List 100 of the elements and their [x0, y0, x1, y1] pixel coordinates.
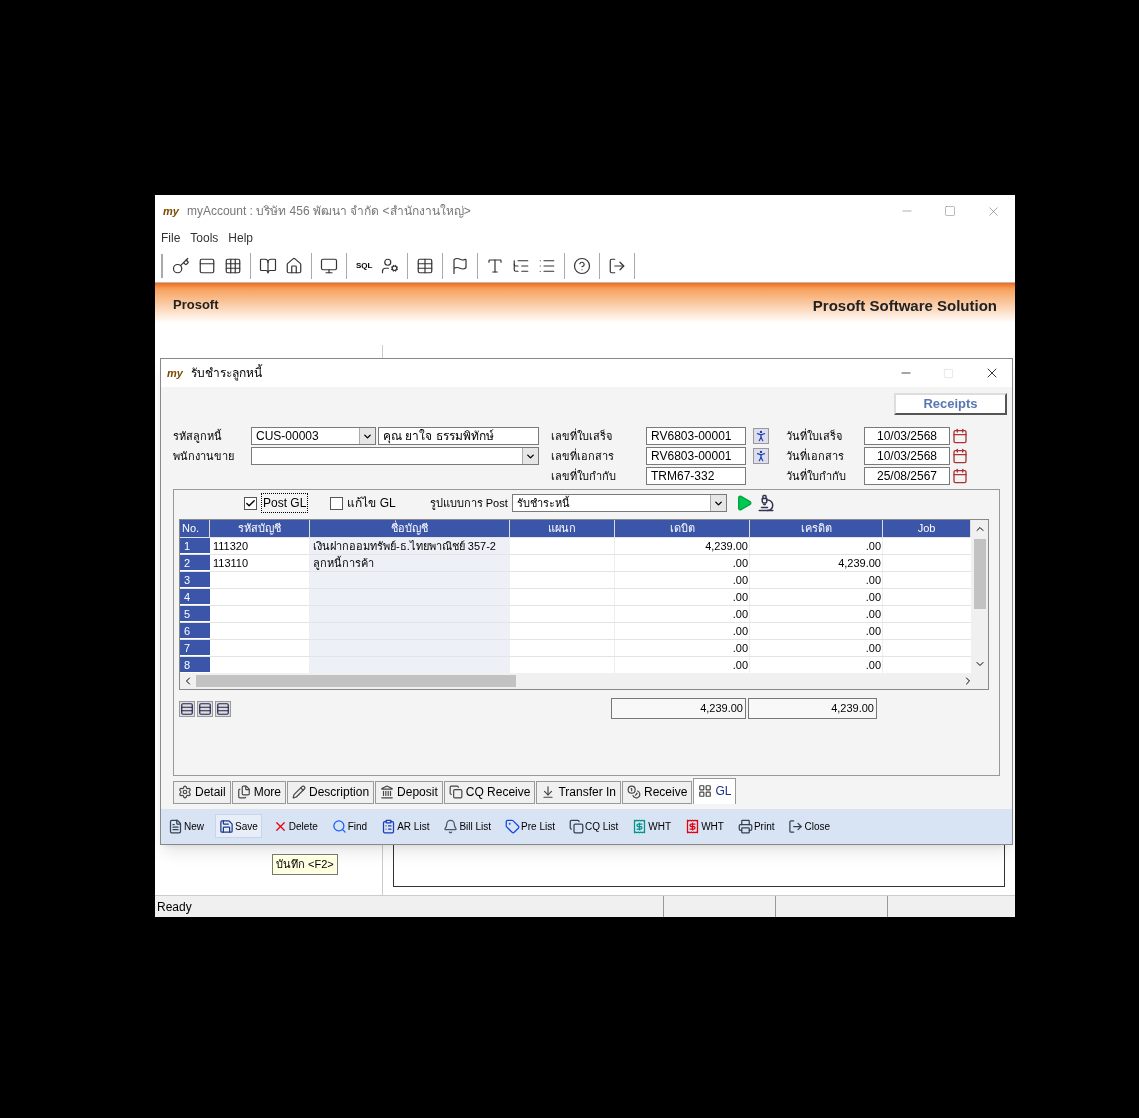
help-icon[interactable]: [573, 256, 592, 275]
book-icon[interactable]: [259, 256, 277, 275]
action-button[interactable]: Delete: [269, 814, 321, 839]
row-tool-icon[interactable]: [197, 700, 213, 717]
tab[interactable]: GL: [693, 777, 737, 804]
column-header[interactable]: รหัสบัญชี: [210, 520, 310, 537]
row-number: 2: [180, 555, 210, 571]
field-label: วันที่ใบเสร็จ: [786, 427, 843, 444]
tab[interactable]: Receive: [622, 780, 693, 804]
window-title: myAccount : บริษัท 456 พัฒนา จำกัด <สำนักงานใหญ่>: [186, 203, 471, 220]
text-field[interactable]: RV6803-00001: [646, 427, 746, 445]
text-icon[interactable]: [486, 256, 505, 275]
grid-icon: [698, 784, 713, 799]
monitor-icon[interactable]: [320, 256, 338, 275]
field-label: เลขที่เอกสาร: [551, 447, 615, 464]
runner-icon[interactable]: [753, 428, 769, 444]
user-icon[interactable]: [381, 256, 400, 275]
horizontal-scrollbar[interactable]: [180, 673, 988, 689]
action-button[interactable]: WHT: [629, 814, 675, 839]
deposit-icon: [380, 785, 395, 800]
row-number: 1: [180, 538, 210, 554]
customer-code-select[interactable]: CUS-00003: [251, 427, 376, 445]
action-button[interactable]: Pre List: [502, 814, 558, 839]
action-button[interactable]: Print: [734, 814, 778, 839]
save-icon: [219, 818, 234, 834]
text-field[interactable]: 10/03/2568: [864, 427, 950, 445]
action-button[interactable]: New: [165, 814, 207, 839]
column-header[interactable]: Job: [883, 520, 971, 537]
column-header[interactable]: No.: [180, 520, 210, 537]
key-icon[interactable]: [172, 256, 190, 275]
action-button[interactable]: WHT: [682, 814, 727, 839]
tab[interactable]: Deposit: [375, 780, 443, 804]
runner-icon[interactable]: [753, 448, 769, 464]
exit-icon[interactable]: [608, 256, 627, 275]
toolbar-button[interactable]: SQL: [352, 259, 377, 272]
bell-icon: [443, 818, 459, 834]
document-icon: [168, 818, 183, 834]
tab[interactable]: More: [231, 780, 287, 804]
field-label: พนักงานขาย: [173, 448, 235, 464]
home-icon[interactable]: [285, 256, 303, 275]
menu-item[interactable]: Tools: [190, 229, 219, 247]
row-number: 5: [180, 606, 210, 622]
checkbox-label: แก้ไข GL: [347, 495, 396, 512]
field-label: รหัสลูกหนี้: [173, 428, 223, 445]
text-field[interactable]: RV6803-00001: [646, 447, 746, 465]
app-logo: my: [167, 367, 183, 379]
action-button[interactable]: AR List: [378, 814, 433, 839]
action-button[interactable]: CQ List: [566, 814, 622, 839]
field-label: เลขที่ใบเสร็จ: [551, 427, 613, 444]
row-number: 8: [180, 657, 210, 673]
action-button[interactable]: Close: [785, 814, 834, 839]
column-header[interactable]: เครดิต: [750, 520, 883, 537]
copy-icon: [569, 818, 584, 834]
action-button[interactable]: Bill List: [440, 814, 495, 839]
row-tool-icon[interactable]: [215, 700, 231, 717]
column-header[interactable]: แผนก: [510, 520, 615, 537]
checkbox-label: Post GL: [261, 493, 309, 513]
menu-item[interactable]: Help: [228, 229, 254, 247]
receipt-icon: [632, 818, 648, 834]
tab[interactable]: Transfer In: [536, 780, 621, 804]
column-header[interactable]: เดบิต: [615, 520, 750, 537]
table-icon[interactable]: [416, 256, 435, 275]
status-text: Ready: [156, 898, 193, 916]
action-button[interactable]: Save: [215, 814, 262, 839]
column-header[interactable]: ชื่อบัญชี: [310, 520, 510, 537]
checkbox[interactable]: [244, 496, 257, 510]
flag-icon[interactable]: [451, 256, 470, 275]
tab[interactable]: Detail: [173, 780, 231, 804]
field-label: วันที่เอกสาร: [786, 447, 845, 464]
calendar-icon[interactable]: [952, 428, 968, 444]
row-tool-icon[interactable]: [179, 700, 195, 717]
tab[interactable]: Description: [287, 780, 375, 804]
checkbox[interactable]: [330, 496, 344, 510]
app-logo: my: [163, 205, 179, 217]
copy-icon: [236, 785, 251, 800]
exit-icon: [788, 818, 804, 834]
tab[interactable]: CQ Receive: [443, 780, 536, 804]
customer-name-field[interactable]: คุณ ยาใจ ธรรมพิทักษ์: [378, 427, 539, 445]
printer-icon: [737, 818, 753, 834]
calendar-icon[interactable]: [952, 448, 968, 464]
window-icon[interactable]: [198, 256, 216, 275]
cheque-icon: [448, 785, 463, 800]
salesperson-select[interactable]: [251, 447, 539, 465]
row-number: 3: [180, 572, 210, 588]
inspect-icon[interactable]: [756, 494, 775, 512]
text-field[interactable]: TRM67-332: [646, 467, 746, 485]
action-button[interactable]: Find: [328, 814, 371, 839]
vertical-scrollbar[interactable]: [971, 520, 988, 673]
list-icon: [381, 818, 397, 834]
post-format-select[interactable]: รับชำระหนี้: [511, 494, 727, 512]
settings-icon: [178, 785, 192, 800]
vendor-text: Prosoft Software Solution: [812, 296, 997, 316]
brand-text: Prosoft: [173, 296, 219, 314]
text-field[interactable]: 10/03/2568: [864, 447, 950, 465]
calendar-icon[interactable]: [952, 468, 968, 484]
text-field[interactable]: 25/08/2567: [864, 467, 950, 485]
field-label: วันที่ใบกำกับ: [786, 467, 847, 484]
row-number: 6: [180, 623, 210, 639]
menu-item[interactable]: File: [161, 229, 181, 247]
grid-icon[interactable]: [224, 256, 242, 275]
